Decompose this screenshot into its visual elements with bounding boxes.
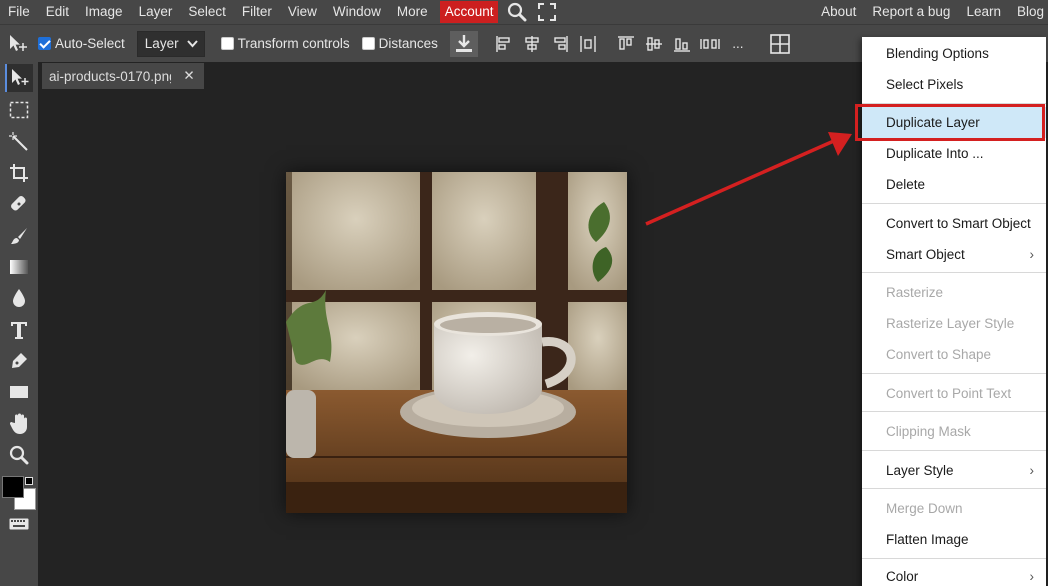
auto-select-check-icon bbox=[38, 37, 51, 50]
menu-item-label: Smart Object bbox=[886, 247, 965, 262]
product-photo-coffee-cup bbox=[286, 172, 627, 513]
download-icon[interactable] bbox=[449, 30, 478, 57]
align-left-icon[interactable] bbox=[490, 31, 518, 57]
dropdown-value: Layer bbox=[144, 36, 179, 51]
grid-icon[interactable] bbox=[766, 31, 794, 57]
search-icon[interactable] bbox=[502, 0, 532, 24]
menu-select[interactable]: Select bbox=[180, 0, 234, 24]
menu-bar: File Edit Image Layer Select Filter View… bbox=[0, 0, 1048, 24]
menu-item-convert-to-shape: Convert to Shape bbox=[886, 347, 992, 362]
menu-item-convert-to-point-text: Convert to Point Text bbox=[886, 386, 1012, 401]
menu-item-clipping-mask: Clipping Mask bbox=[886, 424, 971, 439]
gradient-tool-icon[interactable] bbox=[5, 253, 33, 281]
transform-controls-checkbox[interactable]: Transform controls bbox=[220, 36, 350, 51]
menu-about[interactable]: About bbox=[813, 0, 864, 24]
layer-context-menu: Blending Options Select Pixels Duplicate… bbox=[862, 37, 1046, 586]
align-middle-vertical-icon[interactable] bbox=[640, 31, 668, 57]
menu-divider bbox=[862, 558, 1046, 559]
menu-blog[interactable]: Blog bbox=[1009, 0, 1048, 24]
menu-layer[interactable]: Layer bbox=[131, 0, 181, 24]
type-tool-icon[interactable] bbox=[5, 316, 33, 344]
menu-item-label: Layer Style bbox=[886, 463, 954, 478]
move-tool-options-icon[interactable] bbox=[4, 31, 32, 57]
document-tab-filename: ai-products-0170.png bbox=[49, 68, 171, 84]
zoom-tool-icon[interactable] bbox=[5, 441, 33, 469]
auto-select-checkbox[interactable]: Auto-Select bbox=[38, 36, 125, 51]
menu-divider bbox=[862, 272, 1046, 273]
fullscreen-icon[interactable] bbox=[532, 0, 562, 24]
swap-colors-icon[interactable] bbox=[25, 477, 33, 485]
menu-file[interactable]: File bbox=[0, 0, 38, 24]
magic-wand-icon[interactable] bbox=[5, 128, 33, 156]
color-swatches[interactable] bbox=[2, 476, 36, 512]
hand-tool-icon[interactable] bbox=[5, 410, 33, 438]
menu-item-convert-smart-object[interactable]: Convert to Smart Object bbox=[862, 208, 1046, 239]
photopea-app: File Edit Image Layer Select Filter View… bbox=[0, 0, 1048, 586]
account-button[interactable]: Account bbox=[439, 1, 499, 23]
menu-edit[interactable]: Edit bbox=[38, 0, 77, 24]
auto-select-target-dropdown[interactable]: Layer bbox=[136, 30, 205, 57]
more-options-button[interactable]: ... bbox=[724, 31, 752, 57]
menu-item-flatten-image[interactable]: Flatten Image bbox=[862, 524, 1046, 555]
menu-more[interactable]: More bbox=[389, 0, 436, 24]
document-tab[interactable]: ai-products-0170.png ✕ bbox=[42, 63, 204, 89]
distances-checkbox[interactable]: Distances bbox=[361, 36, 438, 51]
menu-item-rasterize: Rasterize bbox=[886, 285, 944, 300]
menu-image[interactable]: Image bbox=[77, 0, 131, 24]
tools-panel bbox=[0, 62, 38, 586]
keyboard-icon[interactable] bbox=[5, 514, 33, 534]
checkbox-icon bbox=[361, 37, 375, 50]
chevron-right-icon: › bbox=[1029, 569, 1035, 584]
chevron-right-icon: › bbox=[1029, 463, 1035, 478]
align-center-horizontal-icon[interactable] bbox=[518, 31, 546, 57]
brush-tool-icon[interactable] bbox=[5, 222, 33, 250]
close-icon[interactable]: ✕ bbox=[180, 67, 198, 85]
align-right-icon[interactable] bbox=[546, 31, 574, 57]
menu-item-rasterize-layer-style: Rasterize Layer Style bbox=[886, 316, 1015, 331]
chevron-right-icon: › bbox=[1029, 247, 1035, 262]
checkbox-icon bbox=[220, 37, 234, 50]
menu-item-duplicate-layer[interactable]: Duplicate Layer bbox=[862, 107, 1046, 138]
menu-item-merge-down: Merge Down bbox=[886, 501, 963, 516]
menu-report-bug[interactable]: Report a bug bbox=[864, 0, 958, 24]
menu-item-blending-options[interactable]: Blending Options bbox=[862, 38, 1046, 69]
menu-item-delete[interactable]: Delete bbox=[862, 169, 1046, 200]
move-tool-icon[interactable] bbox=[5, 64, 33, 92]
healing-brush-icon[interactable] bbox=[5, 190, 33, 218]
auto-select-label: Auto-Select bbox=[55, 36, 125, 51]
chevron-down-icon bbox=[186, 39, 198, 47]
marquee-tool-icon[interactable] bbox=[5, 96, 33, 124]
align-top-icon[interactable] bbox=[612, 31, 640, 57]
crop-tool-icon[interactable] bbox=[5, 159, 33, 187]
menu-divider bbox=[862, 373, 1046, 374]
menu-window[interactable]: Window bbox=[325, 0, 389, 24]
menu-divider bbox=[862, 103, 1046, 104]
transform-controls-label: Transform controls bbox=[237, 36, 350, 51]
menu-learn[interactable]: Learn bbox=[958, 0, 1009, 24]
document-image[interactable] bbox=[286, 172, 627, 513]
menu-divider bbox=[862, 411, 1046, 412]
align-bottom-icon[interactable] bbox=[668, 31, 696, 57]
distances-label: Distances bbox=[378, 36, 438, 51]
menu-item-smart-object[interactable]: Smart Object › bbox=[862, 239, 1046, 270]
menu-item-label: Color bbox=[886, 569, 919, 584]
menu-divider bbox=[862, 488, 1046, 489]
menu-divider bbox=[862, 203, 1046, 204]
distribute-vertical-icon[interactable] bbox=[696, 31, 724, 57]
menu-view[interactable]: View bbox=[280, 0, 325, 24]
menu-item-select-pixels[interactable]: Select Pixels bbox=[862, 69, 1046, 100]
distribute-horizontal-icon[interactable] bbox=[574, 31, 602, 57]
blur-tool-icon[interactable] bbox=[5, 284, 33, 312]
menu-divider bbox=[862, 450, 1046, 451]
rectangle-tool-icon[interactable] bbox=[5, 378, 33, 406]
menu-filter[interactable]: Filter bbox=[234, 0, 280, 24]
menu-item-layer-style[interactable]: Layer Style › bbox=[862, 455, 1046, 486]
menu-item-duplicate-into[interactable]: Duplicate Into ... bbox=[862, 138, 1046, 169]
foreground-color-swatch[interactable] bbox=[2, 476, 24, 498]
menu-item-color[interactable]: Color › bbox=[862, 563, 1046, 586]
pen-tool-icon[interactable] bbox=[5, 347, 33, 375]
